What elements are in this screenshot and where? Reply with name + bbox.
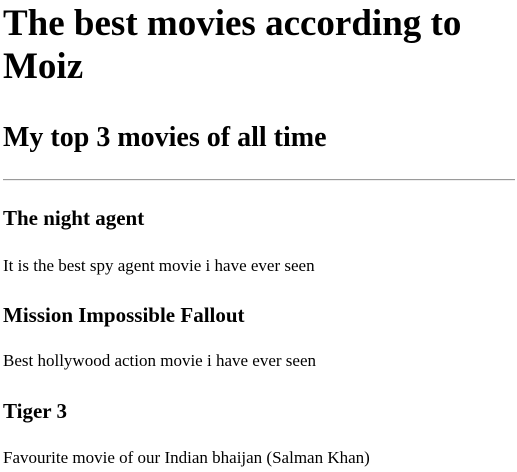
movie-description: It is the best spy agent movie i have ev… — [3, 256, 315, 275]
movie-title: The night agent — [3, 206, 145, 230]
movie-description: Favourite movie of our Indian bhaijan (S… — [3, 448, 370, 467]
movie-title: Mission Impossible Fallout — [3, 303, 245, 327]
movie-description: Best hollywood action movie i have ever … — [3, 351, 316, 370]
page-title: The best movies according to Moiz — [3, 3, 462, 87]
page: The best movies according to Moiz My top… — [0, 0, 517, 472]
page-subtitle: My top 3 movies of all time — [3, 122, 327, 153]
movie-title: Tiger 3 — [3, 399, 67, 423]
divider — [3, 179, 515, 181]
